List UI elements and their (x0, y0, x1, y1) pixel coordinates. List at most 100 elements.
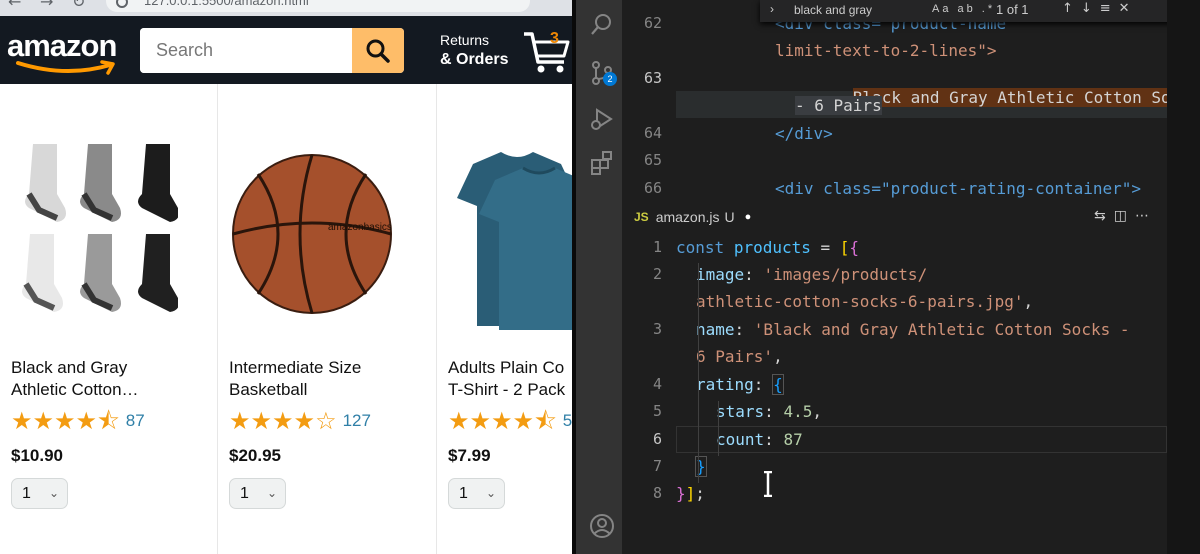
string: 'Black and Gray Athletic Cotton Socks - (753, 320, 1130, 339)
find-match-highlight: Black and Gray Athletic Cotton Socks (852, 88, 1167, 107)
js-file-icon: JS (634, 210, 649, 224)
tshirt-product-image[interactable] (443, 134, 572, 334)
quantity-select[interactable]: 1 ⌄ (229, 478, 286, 509)
orders-label: & Orders (440, 51, 509, 68)
amazon-logo[interactable]: amazon (7, 28, 117, 64)
indent-guide (698, 263, 699, 483)
search-button[interactable] (352, 28, 404, 73)
star-full-icon: ★ (11, 407, 33, 435)
socks-product-image[interactable] (8, 134, 178, 334)
star-full-icon: ★ (293, 407, 316, 435)
returns-orders-link[interactable]: Returns & Orders (440, 31, 508, 69)
find-result-count: 1 of 1 (996, 2, 1029, 17)
run-debug-icon[interactable] (589, 106, 615, 132)
search-icon[interactable] (589, 12, 615, 38)
quantity-select[interactable]: 1 ⌄ (448, 478, 505, 509)
basketball-product-image[interactable]: amazonbasics (228, 134, 398, 334)
editor-actions-icons[interactable]: ⇆◫⋯ (1094, 208, 1157, 224)
product-rating: ★ ★ ★ ★ ⯪ 87 (11, 409, 145, 433)
star-half-icon: ⯪ (534, 409, 557, 433)
address-bar[interactable]: 127.0.0.1:5500/amazon.html (106, 0, 530, 12)
line-number: 65 (643, 151, 662, 169)
bracket: ] (685, 484, 696, 503)
product-rating: ★ ★ ★ ★ ☆ 127 (229, 409, 371, 433)
accounts-icon[interactable] (589, 513, 615, 539)
rating-count[interactable]: 5 (563, 411, 572, 431)
line-number: 64 (643, 124, 662, 142)
cart-link[interactable]: 3 (522, 28, 572, 76)
activity-bar: 2 (572, 0, 622, 554)
products-grid: Black and Gray Athletic Cotton… ★ ★ ★ ★ … (0, 84, 572, 554)
text-cursor-icon (764, 471, 772, 497)
line-number: 63 (643, 69, 662, 87)
cart-count: 3 (550, 30, 559, 47)
property: stars (716, 402, 765, 421)
string: 'images/products/ (763, 265, 928, 284)
star-empty-icon: ☆ (315, 407, 337, 435)
number: 87 (783, 430, 803, 449)
number: 4.5 (783, 402, 813, 421)
star-full-icon: ★ (448, 409, 470, 433)
product-name-line1: Black and Gray (11, 358, 128, 377)
line-number: 3 (652, 320, 662, 338)
reload-icon[interactable]: ↻ (72, 0, 85, 11)
line-number: 7 (652, 457, 662, 475)
code-line: limit-text-to-2-lines"> (775, 41, 997, 60)
star-full-icon: ★ (75, 407, 98, 435)
url-text[interactable]: 127.0.0.1:5500/amazon.html (144, 0, 309, 8)
line-number: 66 (643, 179, 662, 197)
star-full-icon: ★ (54, 407, 76, 435)
extensions-icon[interactable] (589, 150, 615, 176)
code-line: - 6 Pairs (795, 96, 882, 115)
find-nav-icons[interactable]: ↑↓≡✕ (1062, 1, 1138, 16)
rating-count[interactable]: 127 (343, 411, 371, 431)
minimap[interactable] (1167, 0, 1200, 554)
code-line: </div> (775, 124, 833, 143)
product-name: Intermediate Size Basketball (229, 357, 429, 401)
code-line: count: 87 (716, 430, 803, 449)
editor-pane-js[interactable]: 1 2 3 4 5 6 7 8 const products = [{ imag… (622, 233, 1167, 554)
line-number: 6 (652, 430, 662, 448)
product-card: amazonbasics Intermediate Size Basketbal… (218, 84, 437, 554)
line-number: 1 (652, 238, 662, 256)
browser-toolbar: ← → ↻ 127.0.0.1:5500/amazon.html (0, 0, 572, 16)
star-full-icon: ★ (469, 409, 492, 433)
site-info-icon[interactable] (116, 0, 128, 8)
product-name: Adults Plain Co T-Shirt - 2 Pack (448, 357, 572, 401)
operator: = (810, 238, 840, 257)
star-full-icon: ★ (229, 407, 251, 435)
code-line: image: 'images/products/ (696, 265, 928, 284)
product-rating: ★ ★ ★ ★ ⯪ 5 (448, 409, 572, 433)
quantity-select[interactable]: 1 ⌄ (11, 478, 68, 509)
product-price: $10.90 (11, 446, 63, 465)
search-bar (140, 28, 404, 73)
code-line: stars: 4.5, (716, 402, 822, 421)
bracket: { (772, 374, 784, 395)
product-name: Black and Gray Athletic Cotton… (11, 357, 211, 401)
rating-count[interactable]: 87 (126, 411, 145, 431)
star-half-icon: ⯪ (97, 407, 120, 435)
string: athletic-cotton-socks-6-pairs.jpg' (696, 292, 1024, 311)
find-options[interactable]: Aa ab .* (932, 3, 995, 15)
identifier: products (733, 238, 811, 257)
search-input[interactable] (140, 28, 352, 73)
source-control-badge: 2 (603, 72, 617, 86)
returns-label: Returns (440, 32, 490, 48)
property: count (716, 430, 765, 449)
toggle-replace-icon[interactable]: › (770, 2, 774, 16)
code-line: name: 'Black and Gray Athletic Cotton So… (696, 320, 1130, 339)
code-line: const products = [{ (676, 238, 859, 257)
product-price: $20.95 (229, 446, 281, 465)
tab-amazon-js[interactable]: JS amazon.js U ● (634, 206, 751, 228)
product-name-line1: Intermediate Size (229, 358, 362, 377)
line-number: 8 (652, 484, 662, 502)
back-icon[interactable]: ← (8, 0, 21, 11)
bracket: { (849, 238, 860, 257)
line-number: 2 (652, 265, 662, 283)
find-input[interactable]: black and gray (794, 3, 872, 17)
product-price: $7.99 (448, 446, 491, 465)
forward-icon[interactable]: → (40, 0, 53, 11)
editor-pane-html[interactable]: 62 63 64 65 66 <div class="product-name … (622, 0, 1167, 200)
unsaved-dot-icon[interactable]: ● (745, 211, 752, 223)
product-name-line2: Athletic Cotton… (11, 380, 139, 399)
